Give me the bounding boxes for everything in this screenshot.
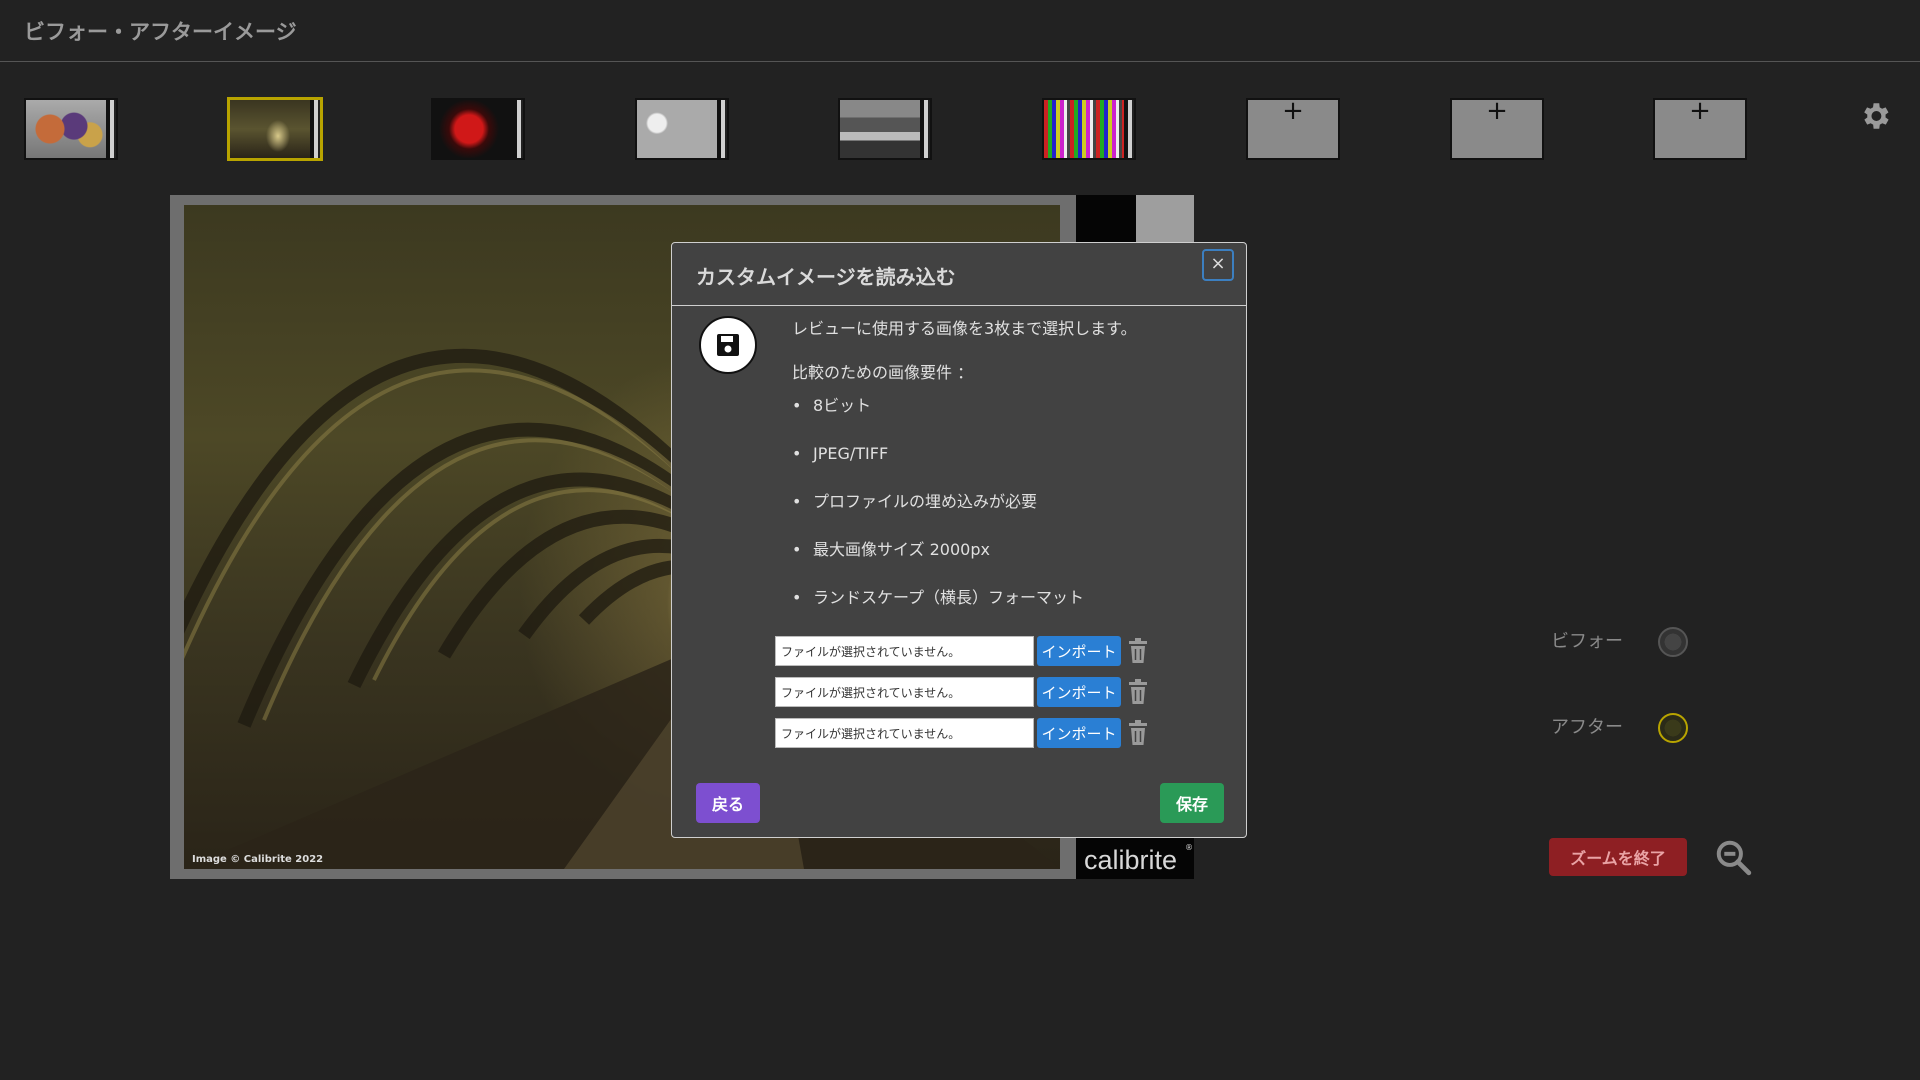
requirements-list: 8ビット JPEG/TIFF プロファイルの埋め込みが必要 最大画像サイズ 20… [792, 393, 1084, 633]
app-title: ビフォー・アフターイメージ [24, 20, 297, 44]
requirement-item: 8ビット [792, 393, 1084, 441]
before-toggle-icon[interactable] [1658, 627, 1688, 657]
plus-icon: + [1486, 98, 1508, 126]
thumbnail-empty-slot[interactable]: + [1246, 98, 1340, 160]
trash-icon[interactable] [1127, 720, 1149, 746]
load-custom-image-dialog: カスタムイメージを読み込む × レビューに使用する画像を3枚まで選択します。 比… [671, 242, 1247, 838]
file-select-input[interactable]: ファイルが選択されていません。 [775, 718, 1034, 748]
trash-icon[interactable] [1127, 638, 1149, 664]
requirement-item: プロファイルの埋め込みが必要 [792, 489, 1084, 537]
requirements-title: 比較のための画像要件 ： [792, 363, 974, 382]
photo-credit: Image © Calibrite 2022 [192, 854, 324, 865]
registered-mark: ® [1185, 843, 1193, 852]
thumbnail-empty-slot[interactable]: + [1653, 98, 1747, 160]
abbey-arches-thumbnail [230, 100, 310, 158]
import-button[interactable]: インポート [1037, 718, 1121, 748]
thumbnail-2[interactable] [227, 97, 323, 161]
after-toggle-icon[interactable] [1658, 713, 1688, 743]
thumbnail-strip-marker [310, 100, 320, 158]
close-icon[interactable]: × [1202, 249, 1234, 281]
floppy-disk-icon [699, 316, 757, 374]
red-flower-thumbnail [433, 100, 513, 158]
thumbnail-strip-marker [717, 100, 727, 158]
dialog-divider [672, 305, 1246, 306]
after-label: アフター [1551, 717, 1623, 738]
thumbnail-strip-marker [513, 100, 523, 158]
people-photo-thumbnail [26, 100, 106, 158]
back-button[interactable]: 戻る [696, 783, 760, 823]
zoom-out-icon[interactable] [1714, 838, 1752, 876]
white-texture-thumbnail [637, 100, 717, 158]
requirement-item: JPEG/TIFF [792, 441, 1084, 489]
thumbnail-strip-marker [106, 100, 116, 158]
requirement-item: 最大画像サイズ 2000px [792, 537, 1084, 585]
plus-icon: + [1282, 98, 1304, 126]
import-button[interactable]: インポート [1037, 636, 1121, 666]
thumbnail-empty-slot[interactable]: + [1450, 98, 1544, 160]
dialog-intro-text: レビューに使用する画像を3枚まで選択します。 [792, 319, 1137, 338]
file-select-input[interactable]: ファイルが選択されていません。 [775, 636, 1034, 666]
thumbnail-1[interactable] [24, 98, 118, 160]
dialog-title: カスタムイメージを読み込む [696, 265, 956, 289]
file-select-input[interactable]: ファイルが選択されていません。 [775, 677, 1034, 707]
thumbnail-strip-marker [1124, 100, 1134, 158]
thumbnail-5[interactable] [838, 98, 932, 160]
trash-icon[interactable] [1127, 679, 1149, 705]
save-button[interactable]: 保存 [1160, 783, 1224, 823]
landscape-bw-thumbnail [840, 100, 920, 158]
logo-text: calibrite [1084, 845, 1178, 875]
exit-zoom-button[interactable]: ズームを終了 [1549, 838, 1687, 876]
thumbnail-3[interactable] [431, 98, 525, 160]
gear-icon[interactable] [1858, 99, 1892, 133]
plus-icon: + [1689, 98, 1711, 126]
color-bars-thumbnail [1044, 100, 1124, 158]
thumbnail-strip-marker [920, 100, 930, 158]
title-divider [0, 61, 1920, 62]
requirement-item: ランドスケープ（横長）フォーマット [792, 585, 1084, 633]
before-label: ビフォー [1551, 631, 1623, 652]
thumbnail-4[interactable] [635, 98, 729, 160]
import-button[interactable]: インポート [1037, 677, 1121, 707]
calibrite-logo: calibrite ® [1076, 833, 1194, 879]
thumbnail-6[interactable] [1042, 98, 1136, 160]
